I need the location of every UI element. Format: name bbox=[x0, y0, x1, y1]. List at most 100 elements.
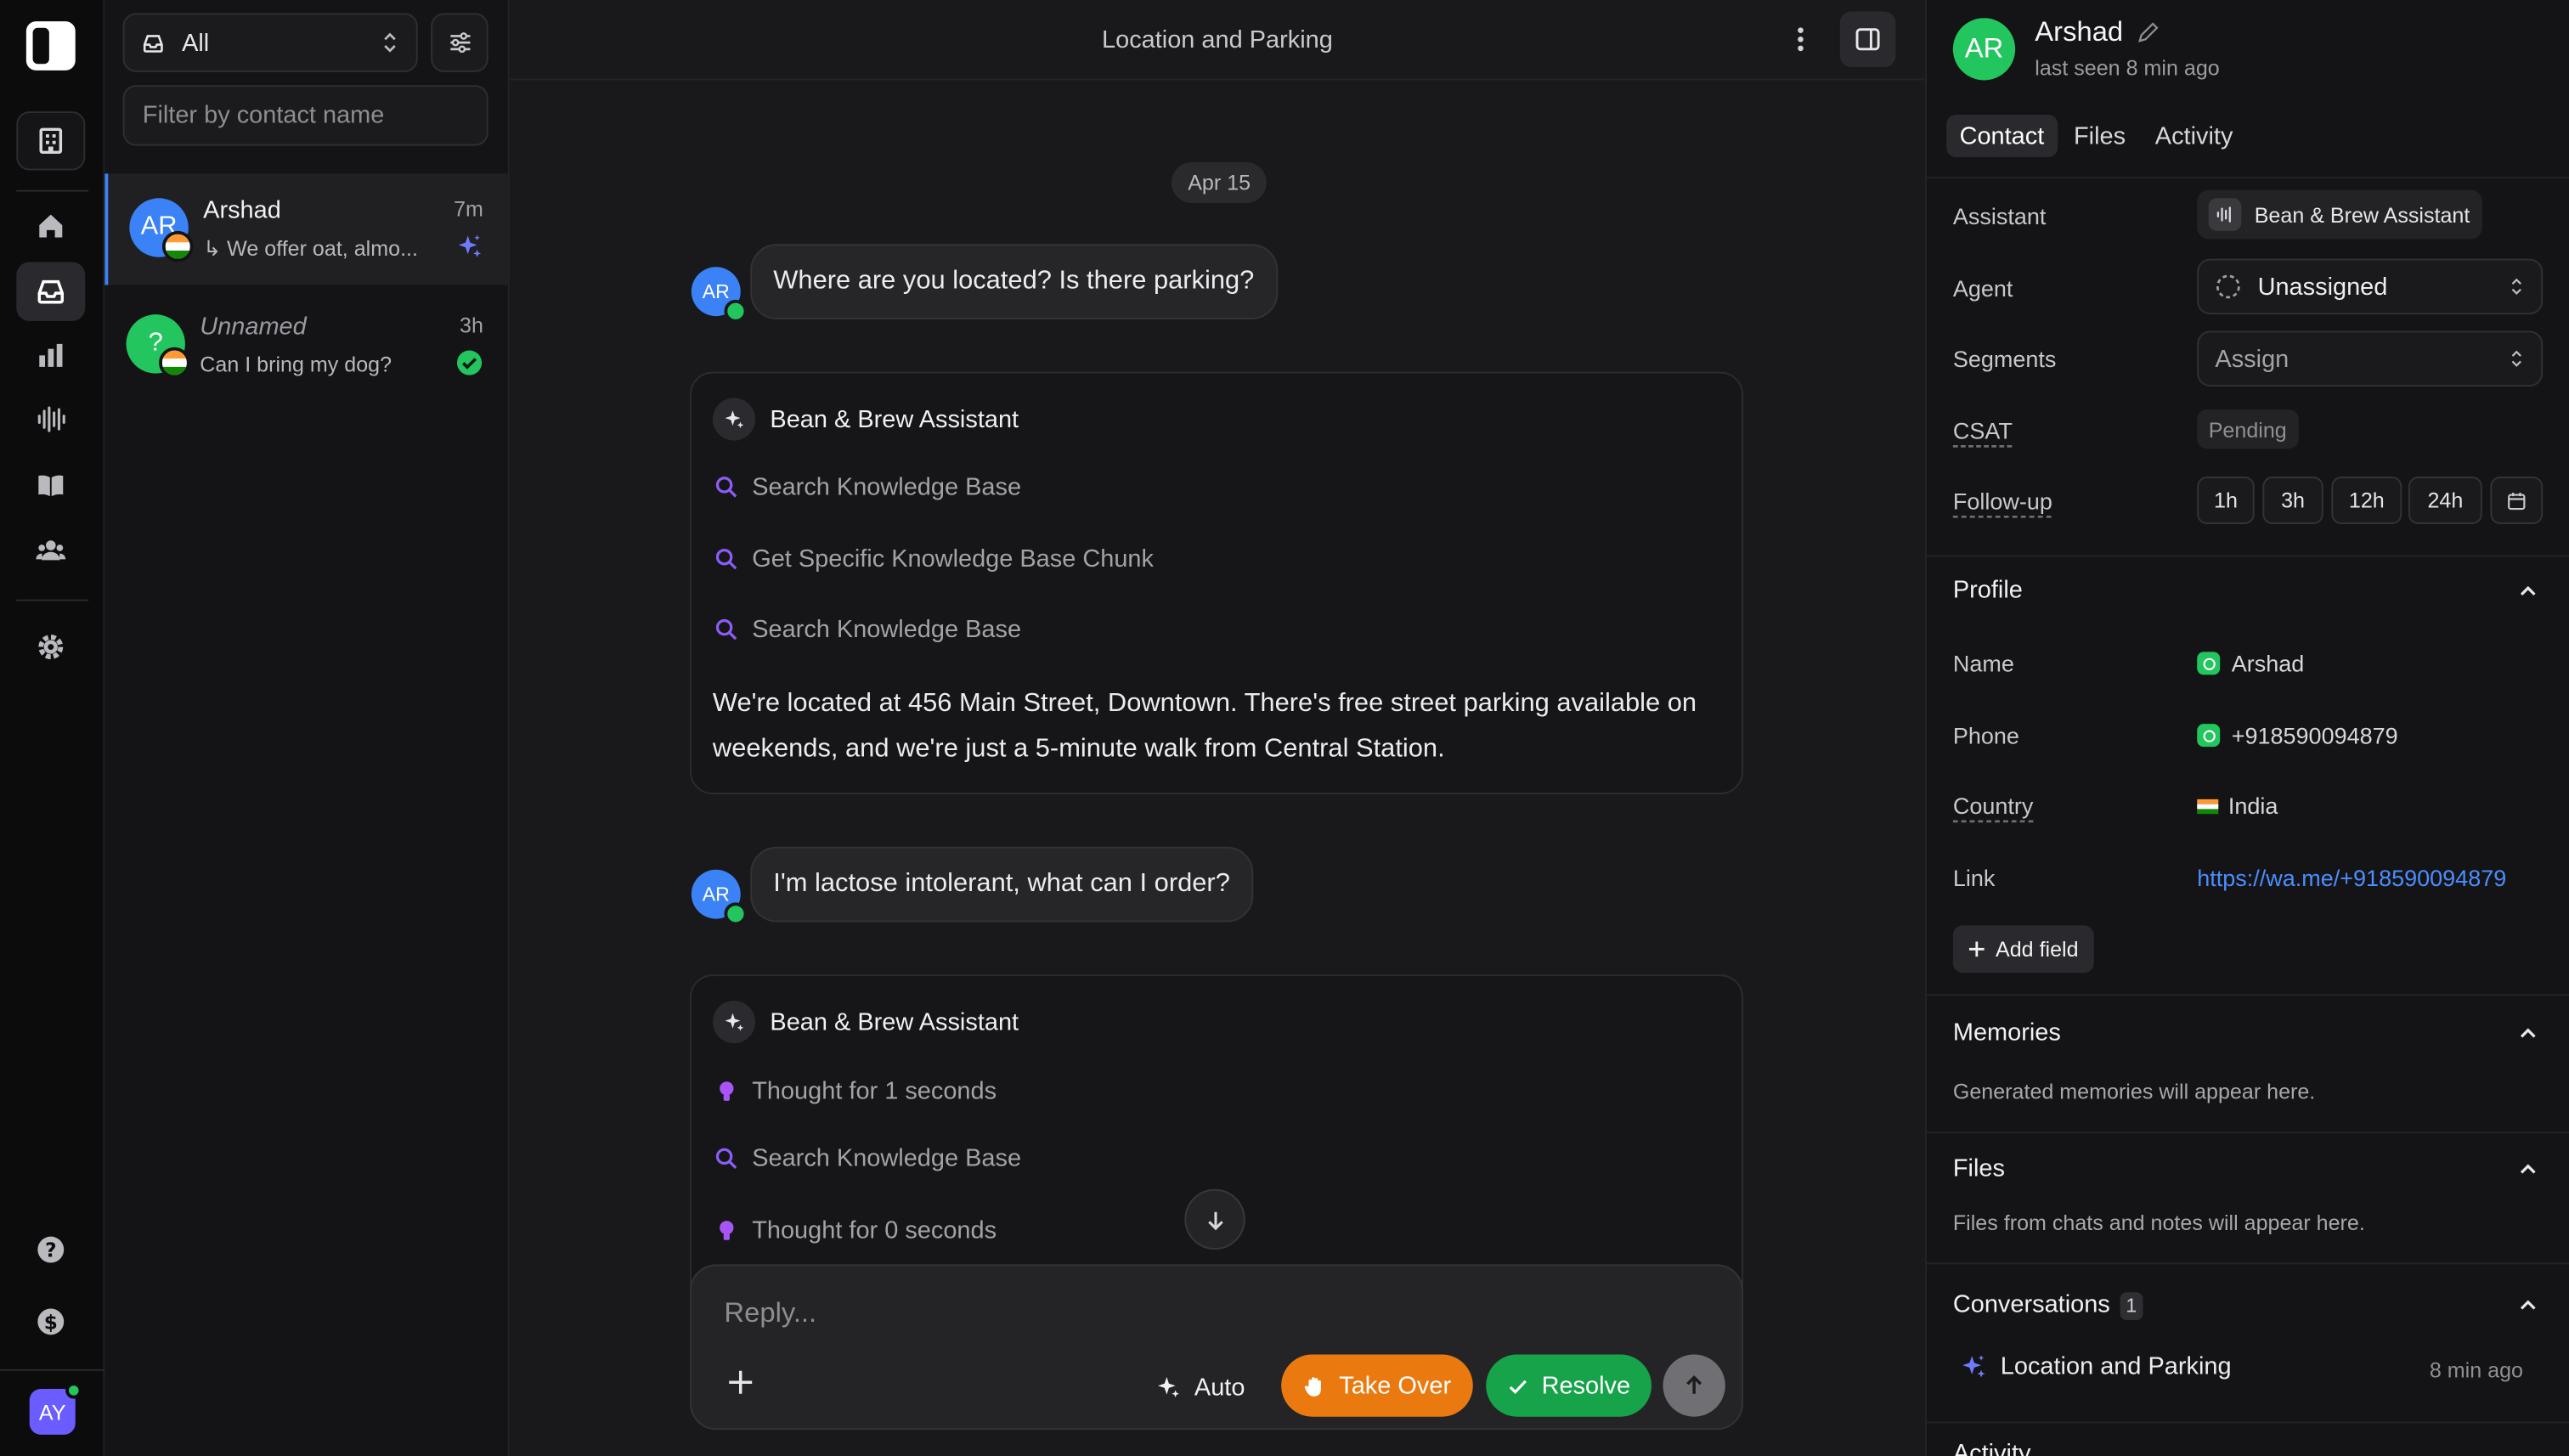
calendar-icon bbox=[2508, 492, 2526, 510]
nav-analytics[interactable] bbox=[16, 326, 85, 385]
whatsapp-icon bbox=[724, 902, 748, 926]
segments-label: Segments bbox=[1952, 345, 2057, 372]
contact-panel: AR Arshad last seen 8 min ago Contact Fi… bbox=[1925, 0, 2569, 1456]
reply-input[interactable] bbox=[724, 1296, 1380, 1340]
memories-section-title[interactable]: Memories bbox=[1953, 1019, 2061, 1047]
tab-files[interactable]: Files bbox=[2061, 115, 2139, 157]
followup-24h-button[interactable]: 24h bbox=[2408, 477, 2482, 524]
assistant-header: Bean & Brew Assistant bbox=[712, 1001, 1019, 1044]
conversation-preview: ↳ We offer oat, almo... bbox=[203, 236, 449, 262]
followup-12h-button[interactable]: 12h bbox=[2331, 477, 2402, 524]
name-value: Arshad bbox=[2197, 650, 2304, 676]
chevron-up-icon[interactable] bbox=[2516, 1022, 2539, 1045]
search-icon bbox=[715, 618, 737, 641]
inbox-filter-select[interactable]: All bbox=[122, 13, 418, 72]
tool-step[interactable]: Get Specific Knowledge Base Chunk bbox=[714, 545, 1154, 573]
auto-mode-button[interactable]: Auto bbox=[1155, 1357, 1245, 1416]
country-value-text: India bbox=[2227, 793, 2278, 820]
edit-pencil-icon[interactable] bbox=[2137, 21, 2160, 44]
assistant-message-text: We're located at 456 Main Street, Downto… bbox=[712, 689, 1697, 764]
plus-icon bbox=[729, 1370, 753, 1394]
tab-activity[interactable]: Activity bbox=[2142, 115, 2245, 157]
thought-step-label: Thought for 1 seconds bbox=[752, 1077, 997, 1106]
followup-3h-button[interactable]: 3h bbox=[2262, 477, 2323, 524]
workspace-switcher[interactable] bbox=[16, 111, 86, 171]
waveform-icon bbox=[37, 406, 65, 432]
whatsapp-icon bbox=[2197, 652, 2221, 675]
nav-settings[interactable] bbox=[16, 618, 85, 676]
nav-billing[interactable]: $ bbox=[16, 1292, 85, 1351]
tool-step[interactable]: Search Knowledge Base bbox=[714, 473, 1021, 501]
resolve-label: Resolve bbox=[1541, 1371, 1631, 1400]
agent-select[interactable]: Unassigned bbox=[2197, 258, 2544, 315]
nav-home[interactable] bbox=[16, 196, 85, 255]
activity-section-title[interactable]: Activity bbox=[1953, 1440, 2031, 1456]
take-over-button[interactable]: Take Over bbox=[1281, 1354, 1473, 1417]
nav-voice[interactable] bbox=[16, 390, 85, 449]
profile-section-title[interactable]: Profile bbox=[1953, 577, 2023, 605]
filter-options-button[interactable] bbox=[431, 13, 488, 72]
arrow-up-icon bbox=[1686, 1375, 1702, 1394]
segments-value: Assign bbox=[2215, 344, 2290, 373]
contact-tabs: Contact Files Activity bbox=[1946, 114, 2250, 158]
attach-button[interactable] bbox=[722, 1364, 758, 1400]
assistant-message-card: Bean & Brew Assistant Search Knowledge B… bbox=[689, 371, 1743, 795]
conversations-section-title[interactable]: Conversations 1 bbox=[1953, 1290, 2143, 1320]
lightbulb-icon bbox=[720, 1221, 734, 1240]
building-icon bbox=[39, 127, 63, 155]
phone-value: +918590094879 bbox=[2197, 722, 2398, 748]
followup-1h-button[interactable]: 1h bbox=[2197, 477, 2255, 524]
resolve-button[interactable]: Resolve bbox=[1486, 1354, 1652, 1417]
ai-sparkle-icon bbox=[1158, 1377, 1179, 1398]
segments-select[interactable]: Assign bbox=[2197, 330, 2544, 387]
date-divider: Apr 15 bbox=[1171, 161, 1268, 204]
tool-step-label: Get Specific Knowledge Base Chunk bbox=[752, 545, 1155, 573]
whatsapp-link[interactable]: https://wa.me/+918590094879 bbox=[2197, 865, 2506, 891]
tab-contact[interactable]: Contact bbox=[1946, 114, 2058, 158]
tool-step[interactable]: Search Knowledge Base bbox=[714, 616, 1021, 644]
send-button[interactable] bbox=[1663, 1354, 1725, 1417]
thought-step[interactable]: Thought for 1 seconds bbox=[714, 1077, 997, 1106]
nav-contacts[interactable] bbox=[16, 521, 85, 579]
unassigned-circle-icon bbox=[2216, 274, 2240, 299]
chat-panel: Location and Parking Apr 15 AR Where are… bbox=[509, 0, 1926, 1456]
divider bbox=[1926, 1421, 2569, 1424]
user-message-avatar: AR bbox=[691, 869, 748, 926]
nav-knowledge[interactable] bbox=[16, 455, 85, 514]
nav-help[interactable]: ? bbox=[16, 1220, 85, 1278]
app-stage: ? $ AY All AR Arshad 7m ↳ We offer oat, … bbox=[0, 0, 2569, 1456]
user-avatar[interactable]: AY bbox=[29, 1382, 82, 1435]
conversation-item[interactable]: ? Unnamed 3h Can I bring my dog? bbox=[104, 290, 507, 401]
scroll-to-bottom-button[interactable] bbox=[1184, 1188, 1245, 1250]
contact-search-input[interactable] bbox=[122, 85, 488, 146]
assistant-chip[interactable]: Bean & Brew Assistant bbox=[2197, 189, 2481, 240]
files-section-title[interactable]: Files bbox=[1953, 1154, 2005, 1182]
reply-arrow-icon: ↳ bbox=[203, 235, 228, 261]
whatsapp-icon bbox=[724, 299, 748, 323]
icon-rail: ? $ AY bbox=[0, 0, 105, 1456]
more-options-button[interactable] bbox=[1781, 20, 1820, 59]
phone-label: Phone bbox=[1952, 722, 2019, 749]
followup-calendar-button[interactable] bbox=[2490, 477, 2544, 524]
assistant-label: Assistant bbox=[1952, 203, 2047, 229]
chevron-up-icon[interactable] bbox=[2516, 1158, 2539, 1181]
india-flag-icon bbox=[2197, 798, 2219, 814]
contact-conversation-item[interactable]: Location and Parking bbox=[1960, 1353, 2232, 1380]
tool-step[interactable]: Search Knowledge Base bbox=[714, 1145, 1021, 1172]
chart-icon bbox=[39, 343, 63, 367]
app-logo[interactable] bbox=[25, 21, 76, 71]
add-field-button[interactable]: Add field bbox=[1952, 925, 2093, 973]
chevron-updown-icon bbox=[384, 32, 396, 53]
toggle-contact-panel-button[interactable] bbox=[1839, 11, 1896, 68]
chevron-up-icon[interactable] bbox=[2516, 1294, 2539, 1317]
inbox-icon bbox=[37, 279, 65, 304]
rail-divider bbox=[0, 1369, 105, 1371]
inbox-filter-value: All bbox=[182, 28, 210, 57]
chevron-up-icon[interactable] bbox=[2516, 580, 2539, 603]
conversation-preview: Can I bring my dog? bbox=[200, 352, 392, 377]
thought-step[interactable]: Thought for 0 seconds bbox=[714, 1216, 997, 1245]
thought-step-label: Thought for 0 seconds bbox=[752, 1216, 997, 1245]
assistant-name: Bean & Brew Assistant bbox=[770, 405, 1019, 433]
nav-inbox[interactable] bbox=[16, 262, 86, 321]
conversation-item[interactable]: AR Arshad 7m ↳ We offer oat, almo... bbox=[104, 173, 508, 285]
